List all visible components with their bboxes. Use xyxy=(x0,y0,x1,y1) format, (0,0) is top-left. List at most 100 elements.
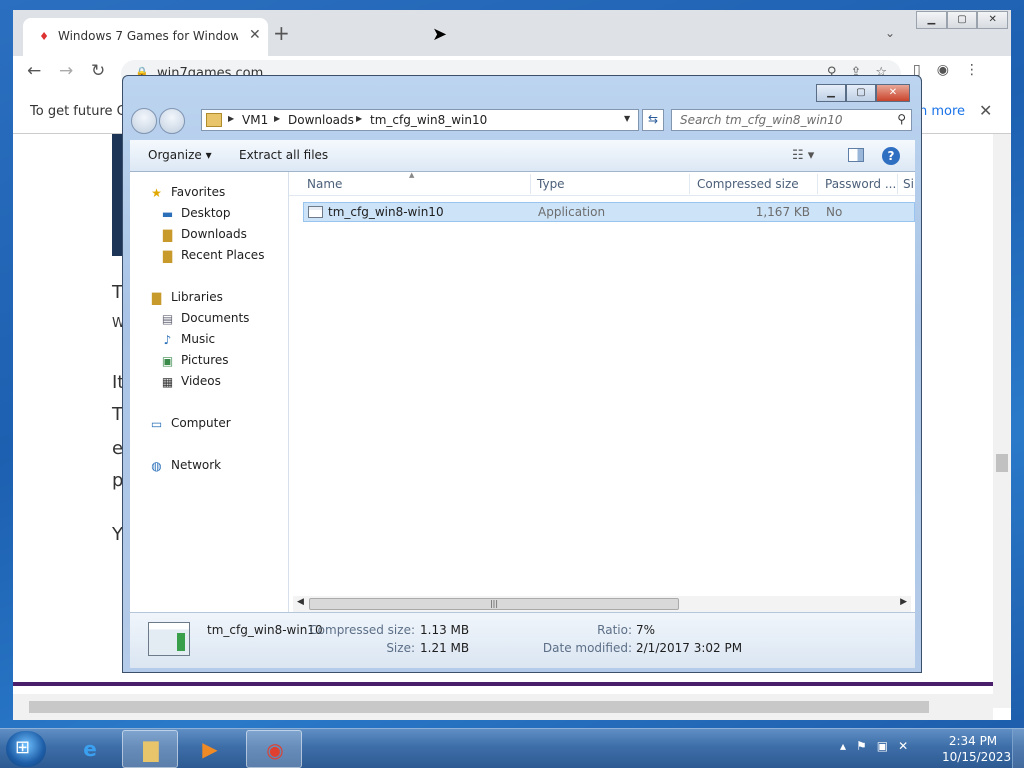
taskbar: ⊞ e ▇ ▶ ◉ ▴⚑▣✕ 2:34 PM 10/15/2023 xyxy=(0,728,1024,768)
clock-time: 2:34 PM xyxy=(948,734,998,748)
chrome-button[interactable]: ◉ xyxy=(246,730,302,768)
file-row[interactable]: tm_cfg_win8-win10 Application 1,167 KB N… xyxy=(303,202,915,222)
preview-pane-icon[interactable] xyxy=(848,148,864,162)
start-button[interactable]: ⊞ xyxy=(6,731,46,767)
nav-recent-places[interactable]: Recent Places xyxy=(181,248,264,262)
size-value: 1.21 MB xyxy=(420,641,470,655)
nav-network[interactable]: Network xyxy=(171,458,221,472)
column-size[interactable]: Si xyxy=(903,177,914,191)
browser-tab[interactable]: ♦ Windows 7 Games for Windows ✕ xyxy=(23,18,268,56)
back-arrow-button[interactable] xyxy=(131,108,157,134)
minimize-button[interactable]: ▁ xyxy=(916,11,947,29)
folder-icon: ▇ xyxy=(143,738,159,762)
navigation-pane: ★ Favorites ▬ Desktop ▇ Downloads ▇ Rece… xyxy=(130,172,289,612)
size-label: Size: xyxy=(386,641,415,655)
scroll-thumb[interactable] xyxy=(29,701,929,713)
breadcrumb-arrow-icon[interactable]: ▶ xyxy=(274,114,280,123)
scroll-right-icon[interactable]: ▶ xyxy=(900,597,907,607)
libraries-icon: ▇ xyxy=(151,291,162,305)
column-password[interactable]: Password ... xyxy=(825,177,896,191)
details-pane: tm_cfg_win8-win10 Compressed size: 1.13 … xyxy=(130,612,915,668)
maximize-button[interactable]: ▢ xyxy=(946,11,978,29)
videos-icon: ▦ xyxy=(161,375,174,389)
breadcrumb-item[interactable]: VM1 xyxy=(242,113,268,127)
column-name[interactable]: Name xyxy=(307,177,342,191)
help-icon[interactable]: ? xyxy=(882,147,900,165)
ratio-value: 7% xyxy=(636,623,656,637)
nav-arrows xyxy=(131,107,187,134)
documents-icon: ▤ xyxy=(161,312,174,326)
nav-desktop[interactable]: Desktop xyxy=(181,206,231,220)
column-type[interactable]: Type xyxy=(537,177,565,191)
forward-button[interactable]: → xyxy=(59,61,73,81)
breadcrumb-item[interactable]: tm_cfg_win8_win10 xyxy=(370,113,487,127)
search-box[interactable]: Search tm_cfg_win8_win10 ⚲ xyxy=(671,109,912,131)
internet-explorer-button[interactable]: e xyxy=(62,730,118,768)
scroll-left-icon[interactable]: ◀ xyxy=(297,597,304,607)
tab-search-chevron-icon[interactable]: ⌄ xyxy=(885,26,895,40)
command-bar: Organize ▾ Extract all files ☷ ▾ ? xyxy=(130,140,915,172)
tab-close-icon[interactable]: ✕ xyxy=(249,27,261,43)
chrome-caption-buttons: ▁ ▢ ✕ xyxy=(916,11,1009,29)
nav-libraries[interactable]: Libraries xyxy=(171,290,223,304)
clock-date: 10/15/2023 xyxy=(942,750,1012,764)
extract-all-button[interactable]: Extract all files xyxy=(239,148,328,162)
forward-arrow-button[interactable] xyxy=(159,108,185,134)
search-icon[interactable]: ⚲ xyxy=(897,112,906,126)
nav-videos[interactable]: Videos xyxy=(181,374,221,388)
refresh-button[interactable]: ⇆ xyxy=(642,109,664,131)
file-type: Application xyxy=(538,205,606,219)
explorer-window: ▁ ▢ ✕ ▶ VM1 ▶ Downloads ▶ tm_cfg_win8_wi… xyxy=(122,75,922,673)
file-list-pane: ▲ Name Type Compressed size Password ...… xyxy=(289,171,915,612)
reload-button[interactable]: ↻ xyxy=(91,61,105,81)
clock[interactable]: 2:34 PM 10/15/2023 xyxy=(942,733,1012,765)
internet-explorer-icon: e xyxy=(83,737,97,761)
tab-strip: ♦ Windows 7 Games for Windows ✕ + ⌄ ▁ ▢ … xyxy=(13,10,1011,56)
view-options-icon[interactable]: ☷ ▾ xyxy=(792,148,814,163)
system-tray-icons[interactable]: ▴⚑▣✕ xyxy=(840,739,918,753)
maximize-button[interactable]: ▢ xyxy=(846,84,876,102)
minimize-button[interactable]: ▁ xyxy=(816,84,846,102)
desktop-icon: ▬ xyxy=(161,207,174,221)
scroll-thumb[interactable] xyxy=(996,454,1008,472)
nav-pictures[interactable]: Pictures xyxy=(181,353,229,367)
network-icon: ◍ xyxy=(151,459,162,473)
tab-title: Windows 7 Games for Windows xyxy=(58,29,238,43)
back-button[interactable]: ← xyxy=(27,61,41,81)
infobar-close-icon[interactable]: ✕ xyxy=(979,101,992,120)
file-compressed-size: 1,167 KB xyxy=(755,205,810,219)
profile-menu-icons[interactable]: ▯◉⋮ xyxy=(913,62,995,78)
organize-button[interactable]: Organize ▾ xyxy=(148,148,212,162)
nav-downloads[interactable]: Downloads xyxy=(181,227,247,241)
explorer-address-bar[interactable]: ▶ VM1 ▶ Downloads ▶ tm_cfg_win8_win10 ▼ xyxy=(201,109,639,131)
breadcrumb-arrow-icon[interactable]: ▶ xyxy=(228,114,234,123)
nav-computer[interactable]: Computer xyxy=(171,416,231,430)
column-compressed-size[interactable]: Compressed size xyxy=(697,177,799,191)
new-tab-button[interactable]: + xyxy=(273,23,290,43)
nav-music[interactable]: Music xyxy=(181,332,215,346)
address-dropdown-icon[interactable]: ▼ xyxy=(624,114,630,123)
media-player-button[interactable]: ▶ xyxy=(182,730,238,768)
downloads-folder-icon: ▇ xyxy=(162,228,173,242)
file-password: No xyxy=(826,205,843,219)
breadcrumb-arrow-icon[interactable]: ▶ xyxy=(356,114,362,123)
file-explorer-button[interactable]: ▇ xyxy=(122,730,178,768)
nav-favorites[interactable]: Favorites xyxy=(171,185,225,199)
horizontal-scrollbar[interactable] xyxy=(13,694,993,720)
explorer-caption-buttons: ▁ ▢ ✕ xyxy=(816,84,910,102)
vertical-scrollbar[interactable] xyxy=(993,134,1011,708)
breadcrumb-item[interactable]: Downloads xyxy=(288,113,354,127)
windows-logo-icon: ⊞ xyxy=(15,737,31,758)
close-button[interactable]: ✕ xyxy=(876,84,910,102)
nav-documents[interactable]: Documents xyxy=(181,311,249,325)
scroll-thumb[interactable]: ||| xyxy=(309,598,679,610)
show-desktop-button[interactable] xyxy=(1012,729,1024,768)
recent-places-icon: ▇ xyxy=(162,249,173,263)
site-favicon-icon: ♦ xyxy=(39,30,49,43)
favorites-star-icon: ★ xyxy=(151,186,162,200)
pictures-icon: ▣ xyxy=(161,354,174,368)
footer-divider xyxy=(13,682,993,686)
learn-more-link[interactable]: n more xyxy=(919,104,965,119)
close-button[interactable]: ✕ xyxy=(977,11,1009,29)
file-list-horizontal-scrollbar[interactable]: ◀ ||| ▶ xyxy=(293,596,911,612)
